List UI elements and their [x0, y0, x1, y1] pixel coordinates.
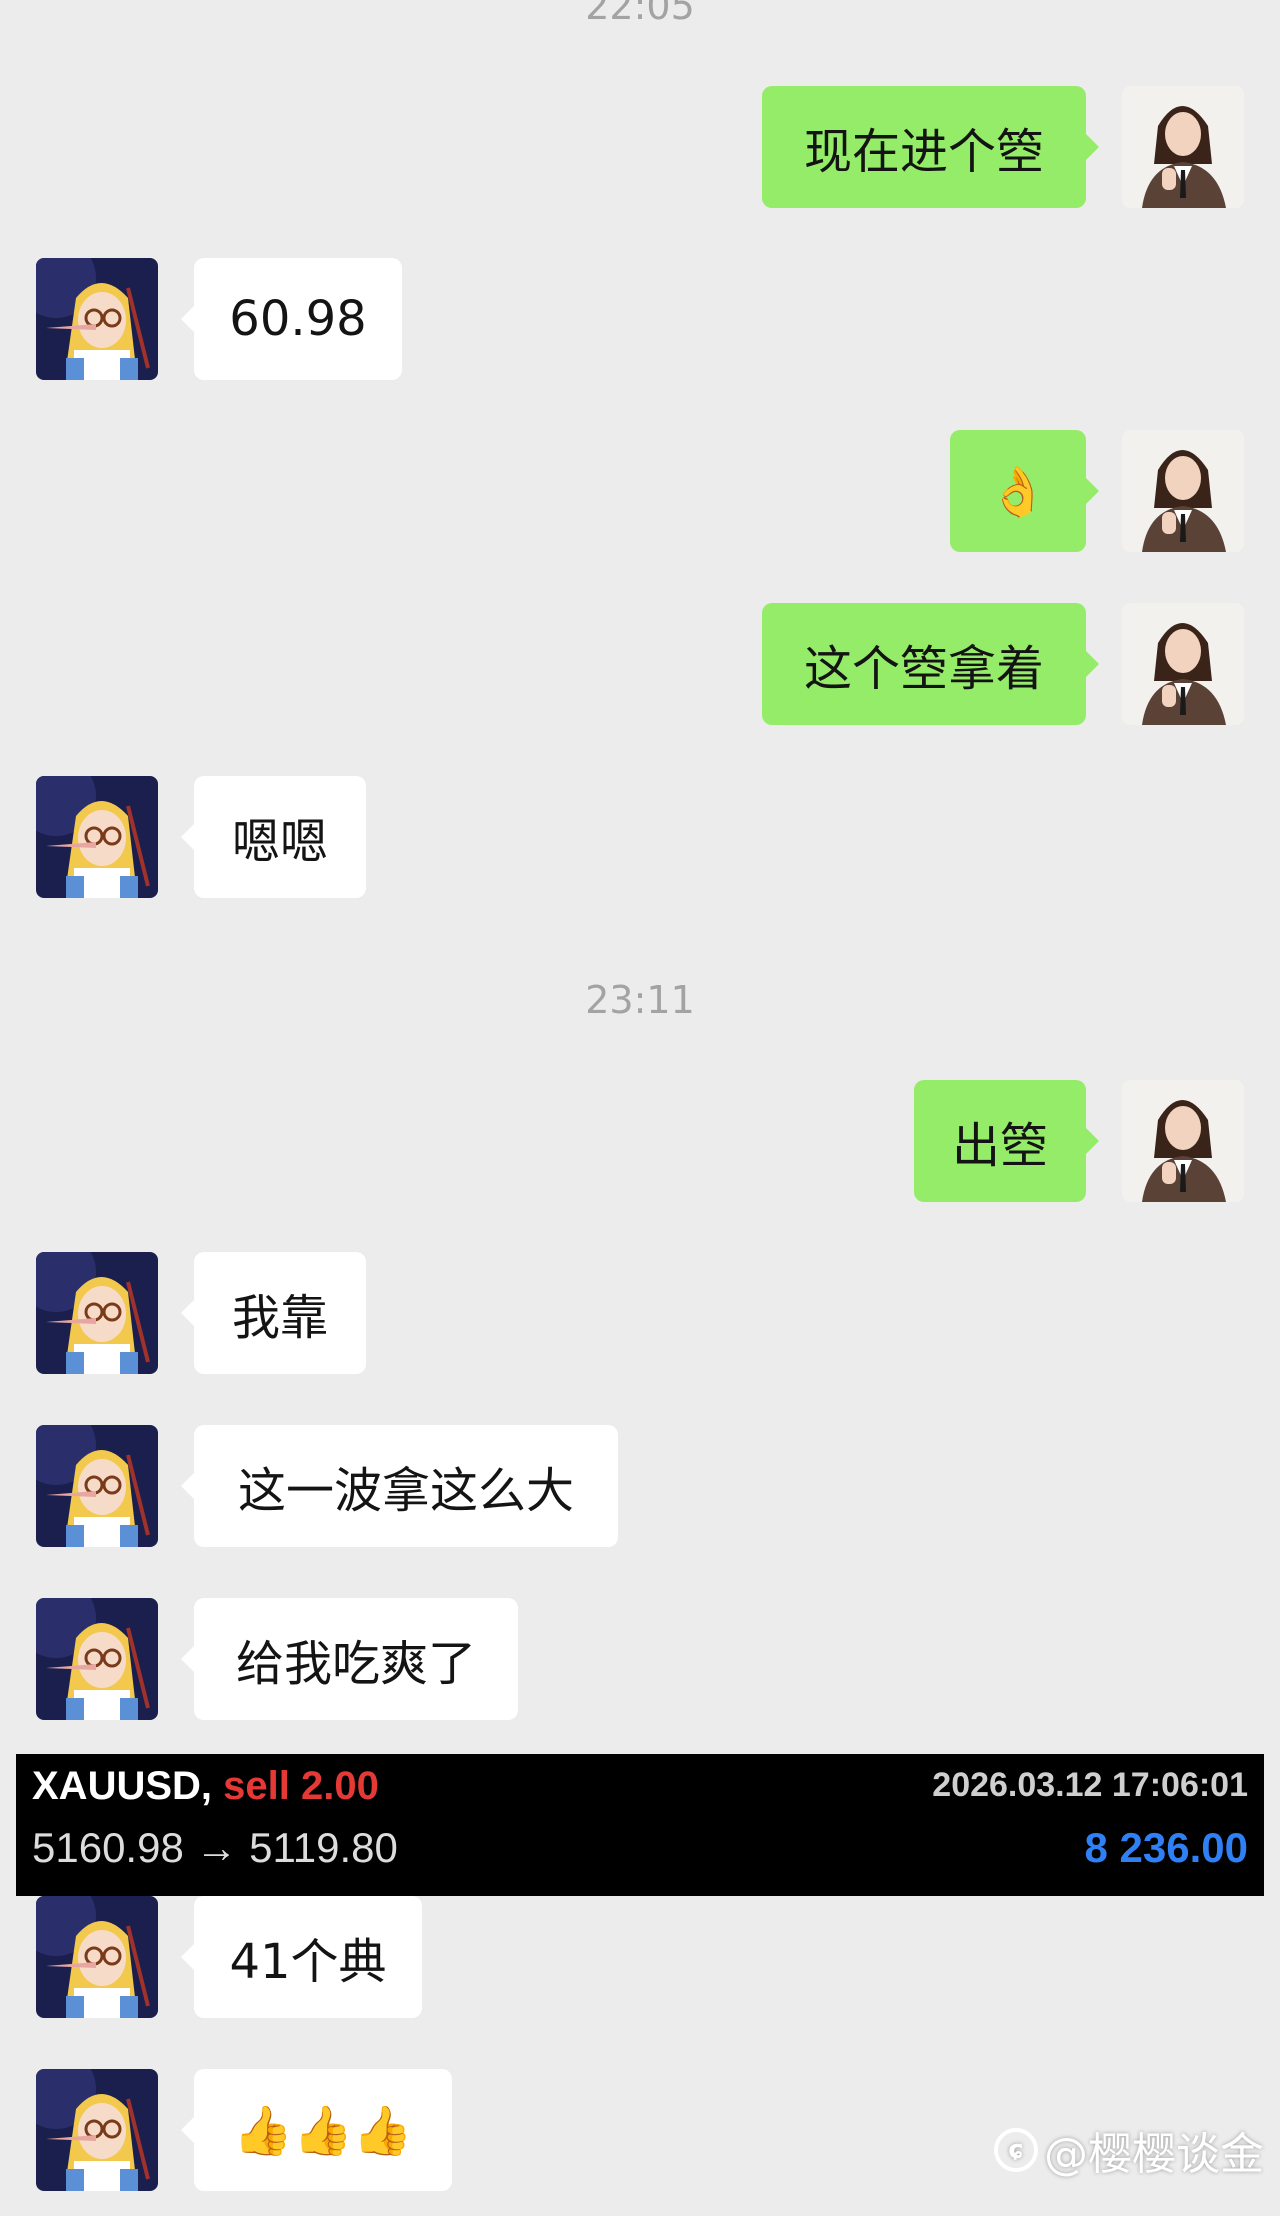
- message-text: 这个箜拿着: [803, 641, 1044, 697]
- trade-side: sell 2.00: [223, 1764, 379, 1808]
- avatar[interactable]: [1122, 1080, 1244, 1202]
- chat-bubble-sent[interactable]: 这个箜拿着: [762, 603, 1099, 725]
- timestamp: 23:11: [585, 978, 695, 1022]
- watermark: ɕ @樱樱谈金: [994, 2118, 1264, 2182]
- message-text: 这一波拿这么大: [237, 1463, 574, 1519]
- chat-bubble-received[interactable]: 60.98: [181, 258, 402, 380]
- chat-bubble-received[interactable]: 这一波拿这么大: [181, 1425, 618, 1547]
- avatar[interactable]: [36, 258, 158, 380]
- trade-symbol: XAUUSD,: [32, 1764, 213, 1808]
- chat-bubble-received[interactable]: 👍👍👍: [181, 2069, 452, 2191]
- avatar[interactable]: [1122, 430, 1244, 552]
- chat-bubble-received[interactable]: 我靠: [181, 1252, 366, 1374]
- avatar[interactable]: [36, 1425, 158, 1547]
- trade-result-card: XAUUSD, sell 2.00 2026.03.12 17:06:01 51…: [16, 1754, 1264, 1896]
- chat-bubble-received[interactable]: 嗯嗯: [181, 776, 366, 898]
- emoji-thumbs-up: 👍👍👍: [233, 2102, 413, 2159]
- message-text: 现在进个箜: [803, 124, 1044, 180]
- chat-bubble-received[interactable]: 给我吃爽了: [181, 1598, 518, 1720]
- message-text: 出箜: [951, 1118, 1048, 1174]
- message-text: 我靠: [231, 1290, 328, 1346]
- avatar[interactable]: [36, 1252, 158, 1374]
- message-text: 嗯嗯: [231, 814, 328, 870]
- avatar[interactable]: [36, 1896, 158, 2018]
- message-text: 60.98: [229, 291, 367, 347]
- chat-bubble-sent[interactable]: 出箜: [914, 1080, 1099, 1202]
- timestamp: 22:05: [585, 0, 695, 28]
- emoji-ok-hand: 👌: [988, 463, 1048, 520]
- avatar[interactable]: [36, 776, 158, 898]
- watermark-text: @樱樱谈金: [1044, 2129, 1264, 2180]
- chat-bubble-sent[interactable]: 👌: [950, 430, 1099, 552]
- weibo-icon: ɕ: [994, 2128, 1038, 2172]
- message-text: 41个典: [229, 1934, 387, 1990]
- avatar[interactable]: [1122, 86, 1244, 208]
- trade-symbol-row: XAUUSD, sell 2.00: [32, 1764, 379, 1809]
- avatar[interactable]: [36, 1598, 158, 1720]
- avatar[interactable]: [36, 2069, 158, 2191]
- avatar[interactable]: [1122, 603, 1244, 725]
- trade-prices: 5160.98 → 5119.80: [32, 1824, 398, 1871]
- chat-bubble-received[interactable]: 41个典: [181, 1896, 422, 2018]
- message-text: 给我吃爽了: [235, 1636, 476, 1692]
- chat-bubble-sent[interactable]: 现在进个箜: [762, 86, 1099, 208]
- trade-profit: 8 236.00: [1084, 1824, 1249, 1871]
- trade-datetime: 2026.03.12 17:06:01: [932, 1766, 1248, 1804]
